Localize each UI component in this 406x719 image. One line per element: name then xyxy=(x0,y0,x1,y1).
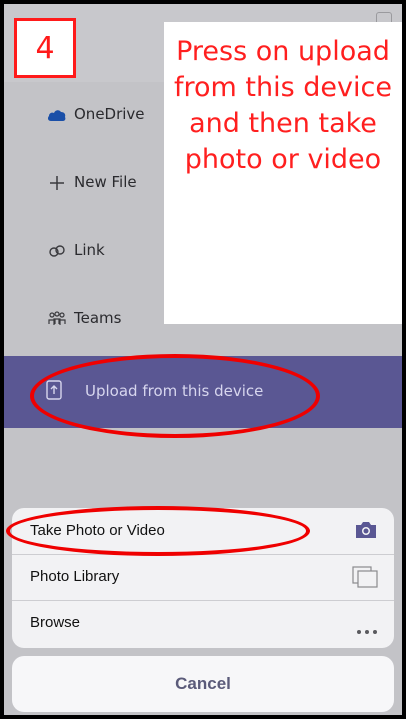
upload-file-icon xyxy=(46,380,64,402)
step-number-badge: 4 xyxy=(14,18,76,78)
photo-library-icon xyxy=(352,566,378,592)
plus-icon xyxy=(46,172,68,194)
instruction-callout: Press on upload from this device and the… xyxy=(164,22,402,324)
onedrive-icon xyxy=(46,104,68,126)
sheet-item-take-photo[interactable]: Take Photo or Video xyxy=(12,508,394,555)
cancel-label: Cancel xyxy=(175,674,231,693)
upload-from-device-button[interactable]: Upload from this device xyxy=(4,356,402,428)
app-screen: OneDrive New File Link Teams › Upload fr… xyxy=(4,4,402,715)
teams-icon xyxy=(46,308,68,330)
sheet-item-photo-library[interactable]: Photo Library xyxy=(12,554,394,601)
sheet-item-label: Browse xyxy=(30,614,81,631)
backdrop xyxy=(4,428,402,508)
instruction-text: Press on upload from this device and the… xyxy=(174,36,392,175)
action-sheet: Take Photo or Video Photo Library Browse xyxy=(12,508,394,648)
sheet-item-label: Take Photo or Video xyxy=(30,522,165,539)
sheet-item-browse[interactable]: Browse xyxy=(12,600,394,648)
cancel-button[interactable]: Cancel xyxy=(12,656,394,712)
camera-icon xyxy=(354,520,378,544)
upload-label: Upload from this device xyxy=(85,382,264,400)
menu-item-label: Teams xyxy=(74,309,122,327)
menu-item-label: New File xyxy=(74,173,137,191)
menu-item-label: Link xyxy=(74,241,105,259)
step-number: 4 xyxy=(35,30,55,66)
more-icon xyxy=(356,620,378,639)
link-icon xyxy=(46,240,68,262)
sheet-item-label: Photo Library xyxy=(30,568,120,585)
menu-item-label: OneDrive xyxy=(74,105,145,123)
